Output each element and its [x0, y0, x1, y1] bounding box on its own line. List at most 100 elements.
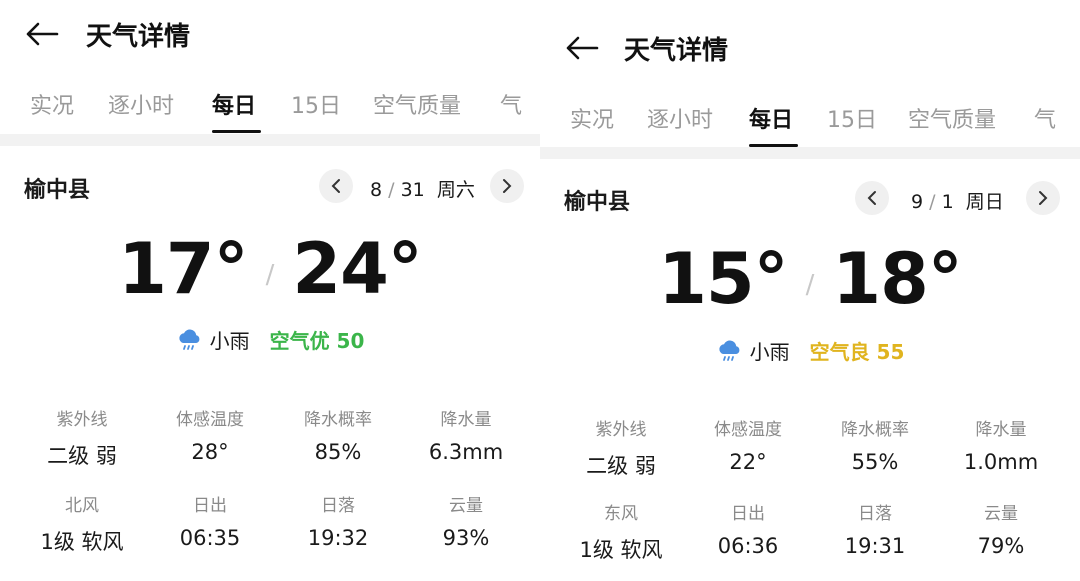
city-name: 榆中县 — [24, 178, 91, 203]
detail-cloud-cover: 云量 93% — [401, 491, 531, 550]
back-arrow-icon — [26, 22, 59, 46]
rain-cloud-icon — [178, 329, 200, 350]
detail-label: 紫外线 — [595, 420, 647, 440]
detail-sunrise: 日出 06:36 — [683, 499, 813, 558]
detail-label: 降水量 — [440, 410, 492, 430]
detail-sunset: 日落 19:32 — [273, 491, 403, 550]
detail-value: 22° — [729, 450, 767, 474]
header: 天气详情 — [540, 18, 1080, 78]
detail-label: 体感温度 — [714, 420, 782, 440]
page-title: 天气详情 — [86, 21, 191, 52]
date-label: 8 / 31 周六 — [370, 175, 475, 202]
next-day-button[interactable] — [490, 169, 524, 203]
tab-daily[interactable]: 每日 — [212, 88, 256, 120]
weather-panel-right: 天气详情 实况 逐小时 每日 15日 空气质量 气 榆中县 9 / 1 周日 1… — [540, 0, 1080, 581]
detail-value: 93% — [442, 526, 490, 550]
prev-day-button[interactable] — [319, 169, 353, 203]
tab-bar: 实况 逐小时 每日 15日 空气质量 气 — [540, 94, 1080, 152]
tab-live[interactable]: 实况 — [30, 88, 74, 120]
temp-low: 17° — [118, 228, 248, 310]
detail-label: 降水概率 — [841, 420, 909, 440]
tab-air-quality[interactable]: 空气质量 — [908, 102, 996, 134]
tab-15day[interactable]: 15日 — [827, 102, 877, 134]
detail-precip-amount: 降水量 1.0mm — [936, 415, 1066, 474]
detail-value: 1.0mm — [963, 450, 1039, 474]
detail-sunset: 日落 19:31 — [810, 499, 940, 558]
detail-value: 28° — [191, 440, 229, 464]
date-day: 31 — [400, 179, 425, 201]
detail-value: 19:32 — [307, 526, 369, 550]
detail-label: 降水量 — [975, 420, 1027, 440]
back-button[interactable] — [562, 28, 602, 68]
detail-value: 1级 软风 — [40, 530, 124, 554]
detail-label: 北风 — [65, 496, 99, 516]
date-separator: / — [382, 179, 401, 201]
tab-live[interactable]: 实况 — [570, 102, 614, 134]
detail-label: 东风 — [604, 504, 638, 524]
city-name: 榆中县 — [564, 190, 631, 215]
temp-high: 24° — [292, 228, 422, 310]
chevron-right-icon — [503, 179, 512, 193]
detail-value: 79% — [977, 534, 1025, 558]
temperature-range: 17° / 24° — [0, 228, 540, 310]
detail-label: 云量 — [984, 504, 1018, 524]
detail-label: 日落 — [321, 496, 355, 516]
tab-daily[interactable]: 每日 — [749, 102, 793, 134]
detail-precip-prob: 降水概率 55% — [810, 415, 940, 474]
detail-feels-like: 体感温度 22° — [683, 415, 813, 474]
page-title: 天气详情 — [624, 35, 729, 66]
detail-feels-like: 体感温度 28° — [145, 405, 275, 464]
condition-row: 小雨 空气优 50 — [0, 325, 540, 354]
tab-15day[interactable]: 15日 — [291, 88, 341, 120]
detail-uv: 紫外线 二级 弱 — [17, 405, 147, 470]
air-quality-badge[interactable]: 空气优 50 — [270, 325, 365, 354]
chevron-left-icon — [867, 191, 876, 205]
tab-air-quality[interactable]: 空气质量 — [373, 88, 461, 120]
temp-high: 18° — [832, 238, 962, 320]
section-divider — [540, 147, 1080, 159]
weather-panel-left: 天气详情 实况 逐小时 每日 15日 空气质量 气 榆中县 8 / 31 周六 … — [0, 0, 540, 581]
temperature-range: 15° / 18° — [540, 238, 1080, 320]
detail-precip-prob: 降水概率 85% — [273, 405, 403, 464]
detail-value: 06:35 — [179, 526, 241, 550]
prev-day-button[interactable] — [855, 181, 889, 215]
chevron-right-icon — [1039, 191, 1048, 205]
detail-cloud-cover: 云量 79% — [936, 499, 1066, 558]
temp-low: 15° — [658, 238, 788, 320]
detail-label: 日落 — [858, 504, 892, 524]
active-tab-indicator — [212, 130, 261, 133]
date-weekday: 周六 — [436, 179, 475, 201]
condition-row: 小雨 空气良 55 — [540, 336, 1080, 365]
tab-hourly[interactable]: 逐小时 — [647, 102, 713, 134]
detail-value: 1级 软风 — [579, 538, 663, 562]
condition-text: 小雨 — [749, 340, 790, 364]
air-quality-badge[interactable]: 空气良 55 — [810, 336, 905, 365]
detail-value: 55% — [851, 450, 899, 474]
rain-cloud-icon — [718, 340, 740, 361]
detail-label: 日出 — [193, 496, 227, 516]
back-arrow-icon — [566, 36, 599, 60]
temp-separator: / — [265, 260, 275, 290]
date-label: 9 / 1 周日 — [911, 187, 1004, 214]
detail-label: 降水概率 — [304, 410, 372, 430]
date-month: 9 — [911, 191, 924, 213]
detail-value: 6.3mm — [428, 440, 504, 464]
detail-label: 云量 — [449, 496, 483, 516]
section-divider — [0, 134, 540, 146]
detail-label: 体感温度 — [176, 410, 244, 430]
date-separator: / — [923, 191, 942, 213]
tab-more[interactable]: 气 — [1034, 102, 1056, 134]
date-day: 1 — [941, 191, 954, 213]
tab-more[interactable]: 气 — [500, 88, 522, 120]
tab-bar: 实况 逐小时 每日 15日 空气质量 气 — [0, 80, 540, 138]
next-day-button[interactable] — [1026, 181, 1060, 215]
date-weekday: 周日 — [965, 191, 1004, 213]
detail-value: 85% — [314, 440, 362, 464]
detail-label: 日出 — [731, 504, 765, 524]
detail-label: 紫外线 — [56, 410, 108, 430]
detail-wind: 北风 1级 软风 — [17, 491, 147, 556]
detail-value: 二级 弱 — [47, 444, 117, 468]
back-button[interactable] — [22, 14, 62, 54]
tab-hourly[interactable]: 逐小时 — [108, 88, 174, 120]
temp-separator: / — [805, 270, 815, 300]
